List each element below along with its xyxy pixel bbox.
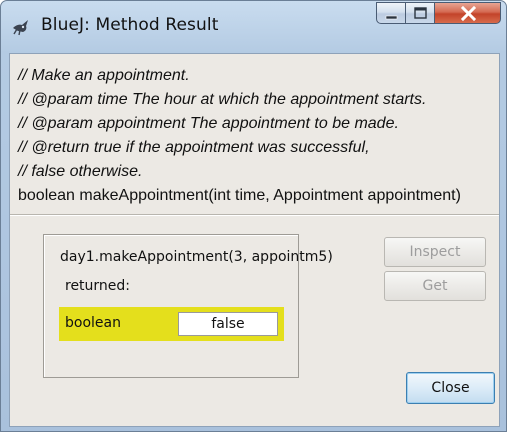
title-bar[interactable]: BlueJ: Method Result (1, 1, 506, 53)
comment-line: // @param time The hour at which the app… (18, 91, 427, 108)
method-call-text: day1.makeAppointment(3, appointm5) (60, 249, 333, 265)
window-close-button[interactable] (434, 2, 501, 24)
dialog-body: // Make an appointment. // @param time T… (9, 53, 500, 427)
maximize-icon (414, 7, 427, 19)
comment-line: // Make an appointment. (18, 67, 190, 84)
close-button[interactable]: Close (406, 372, 495, 404)
divider (10, 214, 499, 216)
method-signature: boolean makeAppointment(int time, Appoin… (18, 187, 461, 204)
caption-buttons (376, 2, 502, 24)
return-type-label: boolean (65, 315, 121, 331)
close-icon (460, 5, 477, 22)
minimize-icon (385, 15, 398, 20)
get-button[interactable]: Get (384, 271, 486, 301)
inspect-button[interactable]: Inspect (384, 237, 486, 267)
result-panel: day1.makeAppointment(3, appointm5) retur… (43, 234, 333, 378)
returned-label: returned: (65, 278, 131, 294)
minimize-button[interactable] (376, 2, 406, 24)
method-documentation: // Make an appointment. // @param time T… (18, 64, 498, 208)
bluej-bird-icon (11, 16, 31, 36)
return-value-row[interactable]: boolean false (59, 307, 284, 341)
comment-line: // @param appointment The appointment to… (18, 115, 399, 132)
comment-line: // @return true if the appointment was s… (18, 139, 370, 156)
comment-line: // false otherwise. (18, 163, 143, 180)
method-result-window: BlueJ: Method Result // Make an appointm… (0, 0, 507, 432)
window-title: BlueJ: Method Result (41, 15, 219, 35)
maximize-button[interactable] (405, 2, 435, 24)
return-value-field[interactable]: false (178, 312, 278, 336)
